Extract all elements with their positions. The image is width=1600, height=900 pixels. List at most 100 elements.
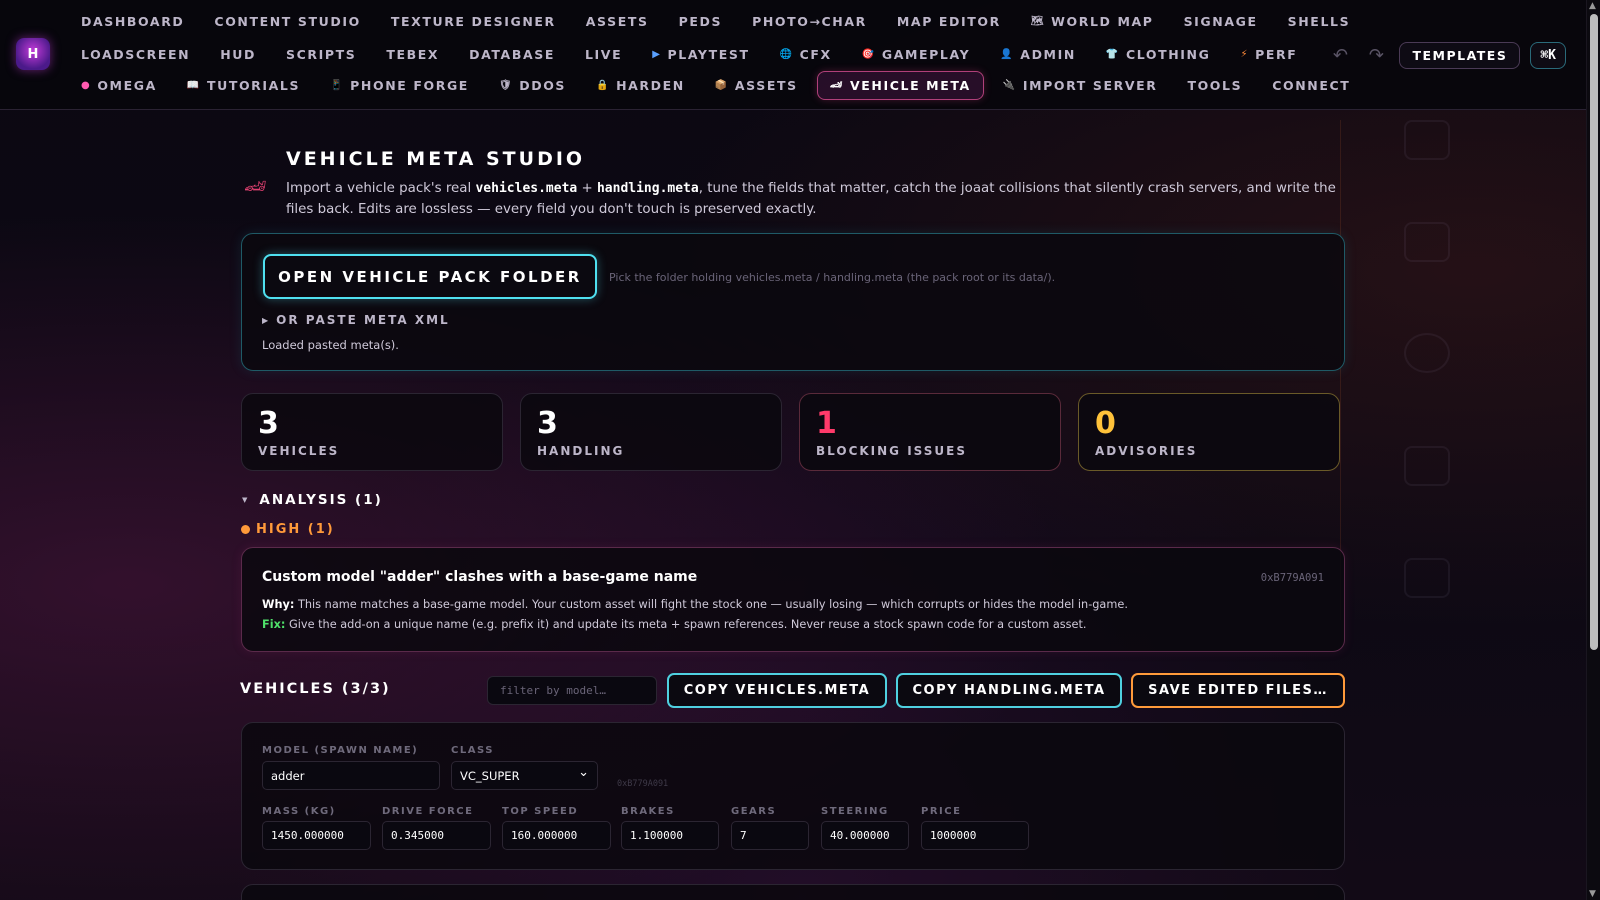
nav-item-harden[interactable]: 🔒 HARDEN [585,73,696,98]
nav-item-tebex[interactable]: TEBEX [375,42,450,67]
drive-force-input[interactable]: 0.345000 [382,821,491,850]
model-label: MODEL (SPAWN NAME) [262,745,419,756]
issue-fix: Fix: Give the add-on a unique name (e.g.… [262,618,1087,631]
steering-label: STEERING [821,806,889,817]
nav-label: TUTORIALS [206,77,301,93]
nav-item-peds[interactable]: PEDS [668,9,733,34]
nav-label: DASHBOARD [81,13,185,29]
open-vehicle-pack-folder-button[interactable]: OPEN VEHICLE PACK FOLDER [263,254,597,299]
nav-label: TEBEX [386,46,440,62]
nav-item-hud[interactable]: HUD [209,42,267,67]
issue-card: Custom model "adder" clashes with a base… [241,547,1345,652]
scroll-up-arrow-icon[interactable]: ▲ [1589,1,1596,11]
nav-item-map-editor[interactable]: MAP EDITOR [886,9,1012,34]
shield-icon: 🛡 [498,79,514,91]
save-edited-files-button[interactable]: SAVE EDITED FILES… [1131,673,1345,708]
paste-meta-xml-toggle[interactable]: ▶ OR PASTE META XML [262,313,450,327]
nav-item-scripts[interactable]: SCRIPTS [275,42,367,67]
background-cube-icon [1404,120,1450,160]
issue-title: Custom model "adder" clashes with a base… [262,569,698,585]
nav-row-3: ● OMEGA 📖 TUTORIALS 📱 PHONE FORGE 🛡 DDOS 🔒 HA… [70,70,1369,100]
nav-item-cfx[interactable]: 🌐 CFX [769,42,843,67]
background-folder-icon [1404,222,1450,262]
nav-item-photo-char[interactable]: PHOTO→CHAR [741,9,878,34]
brakes-label: BRAKES [621,806,675,817]
stat-label: BLOCKING ISSUES [816,444,968,458]
nav-item-dashboard[interactable]: DASHBOARD [70,9,195,34]
fix-label: Fix: [262,618,286,631]
nav-item-database[interactable]: DATABASE [458,42,566,67]
nav-label: HARDEN [616,77,685,93]
scroll-down-arrow-icon[interactable]: ▼ [1589,889,1596,899]
top-speed-input[interactable]: 160.000000 [502,821,611,850]
nav-label: LIVE [584,46,623,62]
globe-icon: 🌐 [779,48,794,60]
severity-high-label: HIGH (1) [241,522,335,537]
nav-item-phone-forge[interactable]: 📱 PHONE FORGE [319,73,480,98]
nav-item-playtest[interactable]: ▶ PLAYTEST [641,42,760,67]
price-input[interactable]: 1000000 [921,821,1029,850]
map-icon: 🗺 [1030,15,1046,27]
desc-code-vehicles-meta: vehicles.meta [475,181,578,196]
car-icon: 🏎 [244,176,267,197]
nav-actions: ↶ ↷ TEMPLATES ⌘K [1327,42,1566,69]
nav-item-connect[interactable]: CONNECT [1261,73,1361,98]
copy-vehicles-meta-button[interactable]: COPY VEHICLES.META [667,673,887,708]
nav-item-ddos[interactable]: 🛡 DDOS [488,73,577,98]
nav-item-vehicle-meta[interactable]: 🏎 VEHICLE META [816,70,984,100]
nav-item-loadscreen[interactable]: LOADSCREEN [70,42,201,67]
gears-input[interactable]: 7 [731,821,809,850]
steering-input[interactable]: 40.000000 [821,821,909,850]
gears-label: GEARS [731,806,777,817]
templates-button[interactable]: TEMPLATES [1399,42,1521,69]
nav-label: ASSETS [734,77,798,93]
nav-item-clothing[interactable]: 👕 CLOTHING [1095,42,1222,67]
brakes-input[interactable]: 1.100000 [621,821,719,850]
class-select[interactable]: VC_SUPER [451,761,598,790]
target-icon: 🎯 [861,48,876,60]
nav-label: SHELLS [1287,13,1351,29]
nav-item-shells[interactable]: SHELLS [1277,9,1362,34]
lightning-icon: ⚡ [1240,48,1250,60]
command-palette-button[interactable]: ⌘K [1530,42,1566,69]
model-input[interactable]: adder [262,761,440,790]
nav-item-assets-2[interactable]: 📦 ASSETS [704,73,809,98]
nav-item-perf[interactable]: ⚡ PERF [1229,42,1308,67]
redo-icon[interactable]: ↷ [1363,45,1389,66]
nav-item-tools[interactable]: TOOLS [1176,73,1253,98]
nav-label: PHONE FORGE [350,77,469,93]
undo-icon[interactable]: ↶ [1327,45,1353,66]
mass-input[interactable]: 1450.000000 [262,821,371,850]
nav-item-signage[interactable]: SIGNAGE [1173,9,1269,34]
nav-item-admin[interactable]: 👤 ADMIN [989,42,1087,67]
nav-item-tutorials[interactable]: 📖 TUTORIALS [176,73,311,98]
stat-value: 3 [258,406,279,441]
nav-item-gameplay[interactable]: 🎯 GAMEPLAY [851,42,981,67]
nav-item-texture-designer[interactable]: TEXTURE DESIGNER [380,9,567,34]
nav-item-import-server[interactable]: 🔌 IMPORT SERVER [992,73,1169,98]
background-wheel-icon [1404,333,1450,373]
nav-item-world-map[interactable]: 🗺 WORLD MAP [1020,9,1165,34]
copy-handling-meta-button[interactable]: COPY HANDLING.META [896,673,1122,708]
app-logo[interactable]: H [16,38,50,70]
package-icon: 📦 [714,79,729,91]
page-scrollbar[interactable]: ▲ ▼ [1586,0,1600,900]
nav-item-content-studio[interactable]: CONTENT STUDIO [203,9,371,34]
user-icon: 👤 [1000,48,1015,60]
analysis-toggle[interactable]: ▼ ANALYSIS (1) [242,492,383,508]
phone-icon: 📱 [330,79,345,91]
severity-dot-icon [241,525,250,534]
nav-item-omega[interactable]: ● OMEGA [70,73,168,98]
load-status: Loaded pasted meta(s). [262,338,399,352]
stat-value: 1 [816,406,837,441]
caret-down-icon: ▼ [242,496,250,504]
scrollbar-thumb[interactable] [1590,14,1598,650]
caret-right-icon: ▶ [262,315,271,325]
nav-item-live[interactable]: LIVE [574,42,633,67]
analysis-label: ANALYSIS (1) [259,492,383,508]
nav-label: WORLD MAP [1051,13,1154,29]
vehicle-filter-input[interactable] [487,676,657,705]
nav-item-assets[interactable]: ASSETS [575,9,660,34]
drive-force-label: DRIVE FORCE [382,806,474,817]
nav-row-2: LOADSCREEN HUD SCRIPTS TEBEX DATABASE LI… [70,42,1316,66]
